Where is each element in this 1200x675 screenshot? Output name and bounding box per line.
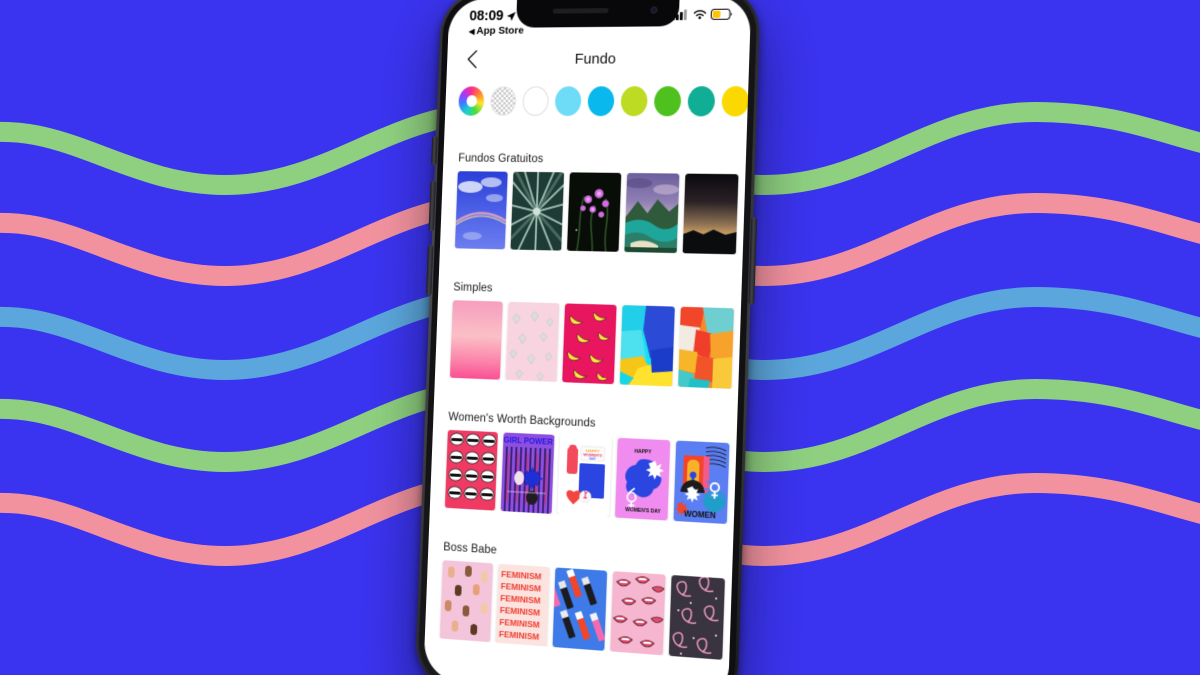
wallpaper-girl-power[interactable]: GIRL POWER [500, 432, 555, 514]
back-button[interactable] [460, 47, 483, 70]
location-arrow-icon [506, 11, 516, 21]
status-bar-left: 08:09 [469, 8, 517, 24]
wallpaper-purple-flowers[interactable] [566, 172, 622, 252]
chevron-left-icon [465, 49, 478, 69]
return-to-app-store-link[interactable]: ◀ App Store [469, 25, 524, 37]
wifi-icon [693, 8, 707, 19]
return-app-label: App Store [476, 24, 524, 37]
wallpaper-lipsticks[interactable] [552, 567, 608, 651]
color-swatch-green[interactable] [653, 86, 682, 117]
wallpaper-sky-rainbow[interactable] [454, 171, 508, 250]
battery-low-power-icon [711, 8, 733, 19]
color-swatch-white[interactable] [522, 86, 550, 116]
thumbnail-row[interactable] [440, 171, 746, 255]
color-swatch-strip[interactable] [445, 78, 749, 127]
svg-text:DAY: DAY [589, 457, 597, 461]
wallpaper-text: WOMEN [684, 509, 716, 520]
color-swatch-light-cyan[interactable] [554, 86, 582, 116]
thumbnail-row[interactable] [435, 300, 741, 389]
wallpaper-diamond-pattern[interactable] [505, 301, 560, 382]
color-swatch-color-wheel[interactable] [458, 86, 485, 116]
svg-text:WOMEN'S: WOMEN'S [583, 452, 602, 458]
wallpaper-fists-pattern[interactable] [439, 560, 493, 643]
return-arrow-icon: ◀ [468, 26, 475, 36]
status-bar-right [671, 8, 733, 20]
wallpaper-lips-pink[interactable] [610, 571, 666, 656]
wallpaper-pink-gradient[interactable] [449, 300, 503, 380]
page-title: Fundo [574, 50, 617, 68]
color-swatch-teal[interactable] [687, 86, 716, 117]
wallpaper-sunset-gradient[interactable] [682, 173, 739, 255]
wallpaper-orange-paint[interactable] [678, 306, 735, 389]
wallpaper-dark-pink-pattern[interactable] [668, 575, 725, 660]
wallpaper-blue-paint[interactable] [619, 305, 675, 387]
wallpaper-text-top: HAPPY [634, 449, 652, 456]
color-swatch-yellow[interactable] [721, 86, 749, 117]
navigation-bar: Fundo [447, 38, 751, 79]
phone-stage: 08:09 ◀ App Store Fundo Fundos Gratuitos… [0, 0, 1200, 675]
smartphone-device: 08:09 ◀ App Store Fundo Fundos Gratuitos… [414, 0, 761, 675]
status-clock: 08:09 [469, 8, 504, 25]
front-camera-icon [650, 6, 658, 14]
cellular-signal-icon [671, 9, 687, 20]
color-swatch-cyan[interactable] [587, 86, 615, 117]
color-swatch-yellow-green[interactable] [620, 86, 648, 117]
notch [515, 0, 680, 28]
wallpaper-text: HAPPY [586, 448, 600, 454]
color-swatch-transparent[interactable] [490, 86, 517, 116]
wallpaper-text-bottom: WOMEN'S DAY [625, 507, 661, 515]
wallpaper-lips-pattern[interactable] [444, 429, 498, 511]
section-simples: Simples [435, 281, 742, 389]
section-womens-worth: Women's Worth Backgrounds GIRL POWER HAP… [430, 410, 737, 525]
wallpaper-agave-plant[interactable] [510, 171, 565, 251]
wallpaper-coastal-cliffs[interactable] [624, 172, 680, 254]
phone-screen: 08:09 ◀ App Store Fundo Fundos Gratuitos… [423, 0, 752, 675]
wallpaper-banana-pattern[interactable] [562, 303, 617, 385]
section-fundos-gratuitos: Fundos Gratuitos [440, 153, 746, 255]
earpiece-speaker-icon [552, 8, 609, 14]
wallpaper-list-scroll[interactable]: Fundos Gratuitos Simples Women's Worth B… [423, 78, 749, 675]
